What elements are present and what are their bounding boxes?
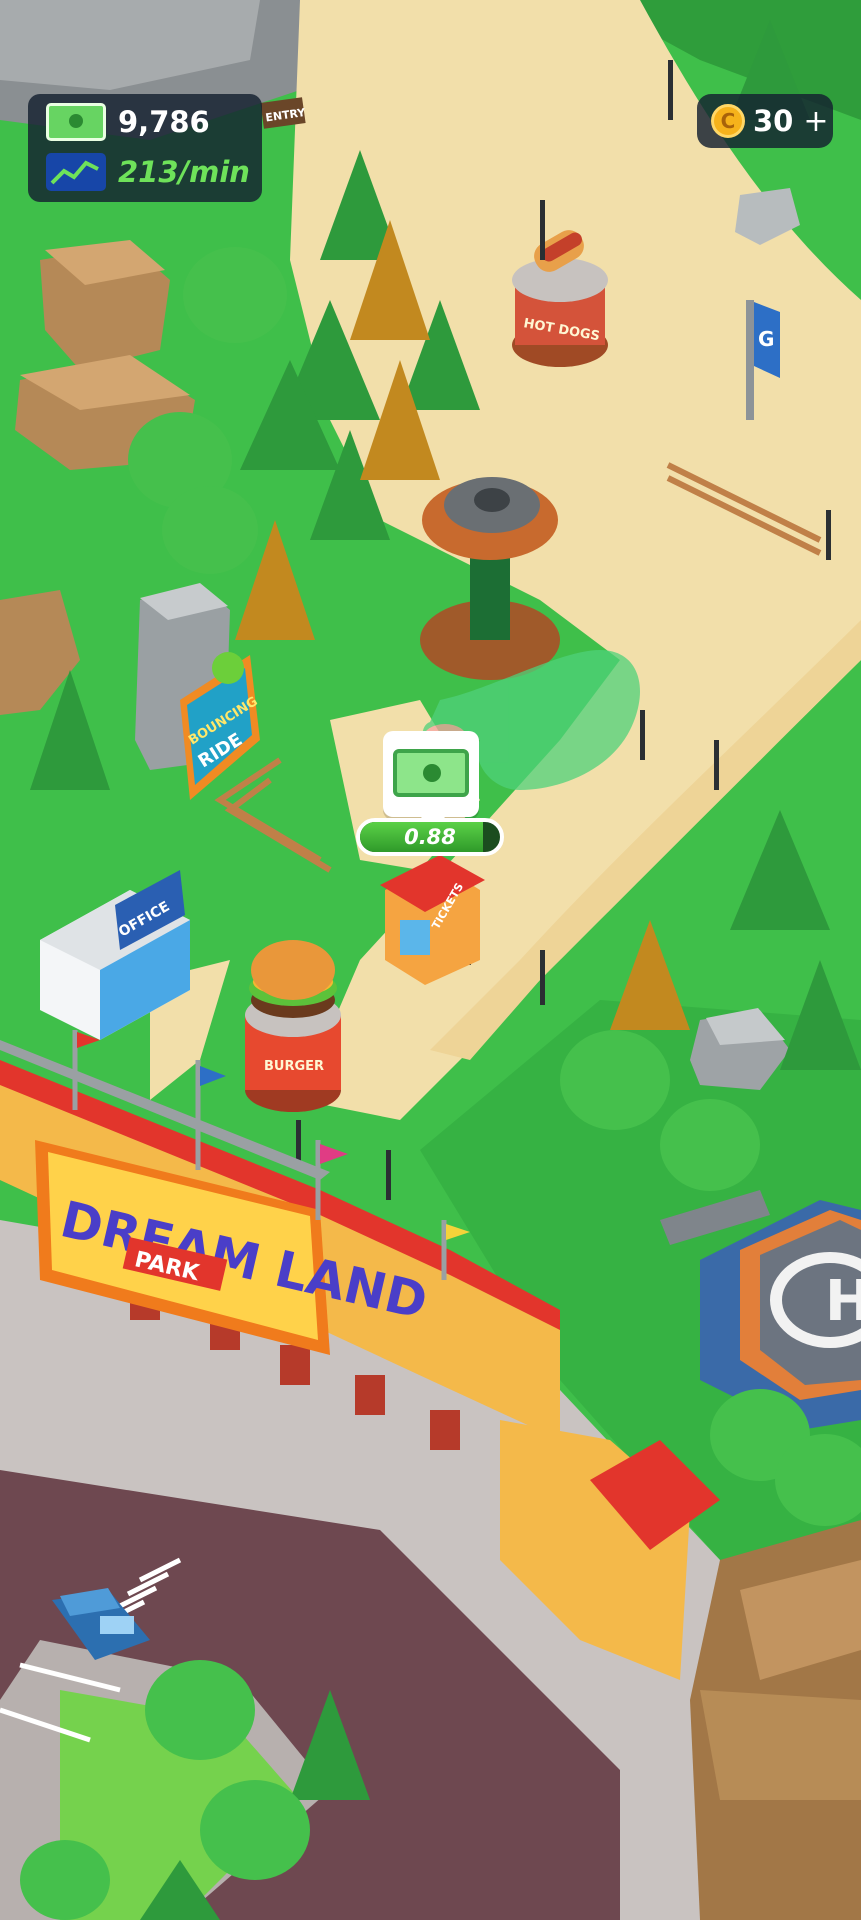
coin-icon: C bbox=[711, 104, 745, 138]
coin-amount: 30 bbox=[753, 104, 794, 138]
cash-icon bbox=[46, 103, 106, 141]
add-coins-button[interactable]: + bbox=[803, 104, 828, 139]
income-rate: 213/min bbox=[118, 155, 250, 189]
income-row: 213/min bbox=[46, 152, 250, 192]
svg-text:H: H bbox=[825, 1269, 861, 1334]
collect-income-popup[interactable] bbox=[383, 731, 479, 831]
cash-row: 9,786 bbox=[46, 102, 210, 142]
park-scene: H BOUNCING RIDE HOT DOGS G OFFICE TICKET… bbox=[0, 0, 861, 1920]
income-timer-value: 0.88 bbox=[404, 825, 456, 849]
income-trend-icon bbox=[46, 153, 106, 191]
coins-panel[interactable]: C 30 + bbox=[697, 94, 833, 148]
cash-amount: 9,786 bbox=[118, 105, 210, 139]
cash-icon bbox=[393, 749, 469, 797]
burger-stand[interactable]: BURGER bbox=[245, 940, 341, 1112]
income-timer-bar: 0.88 bbox=[356, 818, 504, 856]
cash-income-panel: 9,786 213/min bbox=[28, 94, 262, 202]
svg-text:G: G bbox=[758, 327, 774, 351]
burger-sign: BURGER bbox=[264, 1059, 324, 1074]
